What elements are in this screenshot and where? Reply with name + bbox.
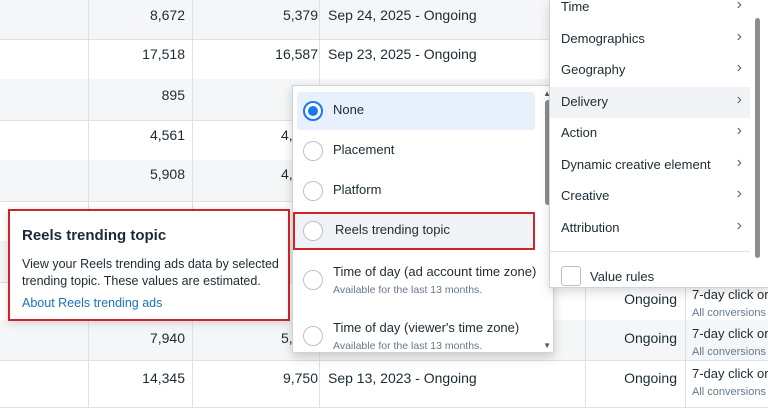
value-rules-checkbox[interactable] <box>561 266 581 286</box>
column-divider <box>88 0 89 407</box>
chevron-right-icon: › <box>736 28 742 45</box>
option-label: Platform <box>333 182 382 197</box>
radio-icon[interactable] <box>303 221 323 241</box>
about-reels-trending-link[interactable]: About Reels trending ads <box>22 296 162 310</box>
chevron-right-icon: › <box>736 185 742 202</box>
reach-cell: 895 <box>161 87 185 103</box>
reach-cell: 17,518 <box>142 46 185 62</box>
chevron-right-icon: › <box>736 0 742 13</box>
chevron-right-icon: › <box>736 217 742 234</box>
category-demographics[interactable]: Demographics › <box>550 24 750 55</box>
option-none[interactable]: None <box>297 92 535 130</box>
attribution-label: 7-day click or <box>692 366 768 381</box>
reach-cell: 14,345 <box>142 370 185 386</box>
option-platform[interactable]: Platform <box>297 172 535 210</box>
breakdown-category-panel: Time › Demographics › Geography › Delive… <box>549 0 768 288</box>
status-cell: Ongoing <box>624 330 677 346</box>
table-row[interactable]: 14,345 9,750 Sep 13, 2023 - Ongoing Ongo… <box>0 360 768 408</box>
option-reels-trending-topic[interactable]: Reels trending topic <box>293 212 535 250</box>
radio-icon[interactable] <box>303 141 323 161</box>
option-label: Time of day (viewer's time zone) <box>333 320 520 335</box>
category-creative[interactable]: Creative › <box>550 181 750 212</box>
status-cell: Ongoing <box>624 291 677 307</box>
option-time-of-day-account[interactable]: Time of day (ad account time zone) Avail… <box>297 256 537 302</box>
reach-cell: 8,672 <box>149 7 185 23</box>
value-rules-label: Value rules <box>590 269 655 284</box>
attribution-cell: 7-day click or All conversions <box>692 325 768 361</box>
category-label: Creative <box>561 188 610 203</box>
category-time[interactable]: Time › <box>550 0 750 23</box>
chevron-right-icon: › <box>736 91 742 108</box>
schedule-cell: Sep 24, 2025 - Ongoing <box>328 7 477 23</box>
radio-icon[interactable] <box>303 270 323 290</box>
scroll-down-icon[interactable]: ▼ <box>543 341 551 350</box>
attribution-cell: 7-day click or All conversions <box>692 286 768 322</box>
category-attribution[interactable]: Attribution › <box>550 213 750 244</box>
option-label: Reels trending topic <box>335 222 450 237</box>
reach-cell: 7,940 <box>149 330 185 346</box>
option-label: Time of day (ad account time zone) <box>333 264 537 279</box>
category-label: Action <box>561 125 598 140</box>
category-geography[interactable]: Geography › <box>550 55 750 86</box>
column-divider <box>192 0 193 407</box>
divider <box>550 251 750 252</box>
attribution-label: 7-day click or <box>692 326 768 341</box>
attribution-sub: All conversions <box>692 386 766 398</box>
breakdown-options-menu: None Placement Platform Reels trending t… <box>292 85 554 353</box>
attribution-label: 7-day click or <box>692 287 768 302</box>
scrollbar-thumb[interactable] <box>755 18 760 258</box>
option-sublabel: Available for the last 13 months. <box>333 340 483 352</box>
option-time-of-day-viewer[interactable]: Time of day (viewer's time zone) Availab… <box>297 312 535 352</box>
impressions-cell: 5,379 <box>282 7 318 23</box>
category-dynamic-creative-element[interactable]: Dynamic creative element › <box>550 150 750 181</box>
category-label: Dynamic creative element <box>561 157 711 172</box>
radio-selected-icon[interactable] <box>303 101 323 121</box>
attribution-cell: 7-day click or All conversions <box>692 365 768 401</box>
impressions-cell: 5, <box>281 330 293 346</box>
reach-cell: 4,561 <box>149 127 185 143</box>
category-label: Demographics <box>561 31 645 46</box>
chevron-right-icon: › <box>736 59 742 76</box>
panel-scrollbar[interactable] <box>755 18 760 283</box>
category-delivery[interactable]: Delivery › <box>550 87 750 118</box>
impressions-cell: 4, <box>281 127 293 143</box>
status-cell: Ongoing <box>624 370 677 386</box>
impressions-cell: 16,587 <box>275 46 318 62</box>
chevron-right-icon: › <box>736 154 742 171</box>
reach-cell: 5,908 <box>149 166 185 182</box>
tooltip-title: Reels trending topic <box>22 227 167 244</box>
radio-icon[interactable] <box>303 326 323 346</box>
schedule-cell: Sep 23, 2025 - Ongoing <box>328 46 477 62</box>
option-label: Placement <box>333 142 395 157</box>
category-action[interactable]: Action › <box>550 118 750 149</box>
option-placement[interactable]: Placement <box>297 132 535 170</box>
reels-trending-tooltip: Reels trending topic View your Reels tre… <box>8 209 290 321</box>
option-label: None <box>333 102 365 117</box>
attribution-sub: All conversions <box>692 346 766 358</box>
radio-icon[interactable] <box>303 181 323 201</box>
option-sublabel: Available for the last 13 months. <box>333 284 483 296</box>
impressions-cell: 9,750 <box>282 370 318 386</box>
category-label: Attribution <box>561 220 620 235</box>
category-label: Delivery <box>561 94 608 109</box>
tooltip-body: View your Reels trending ads data by sel… <box>22 257 279 288</box>
category-label: Geography <box>561 62 626 77</box>
category-label: Time <box>561 0 590 14</box>
schedule-cell: Sep 13, 2023 - Ongoing <box>328 370 477 386</box>
chevron-right-icon: › <box>736 122 742 139</box>
